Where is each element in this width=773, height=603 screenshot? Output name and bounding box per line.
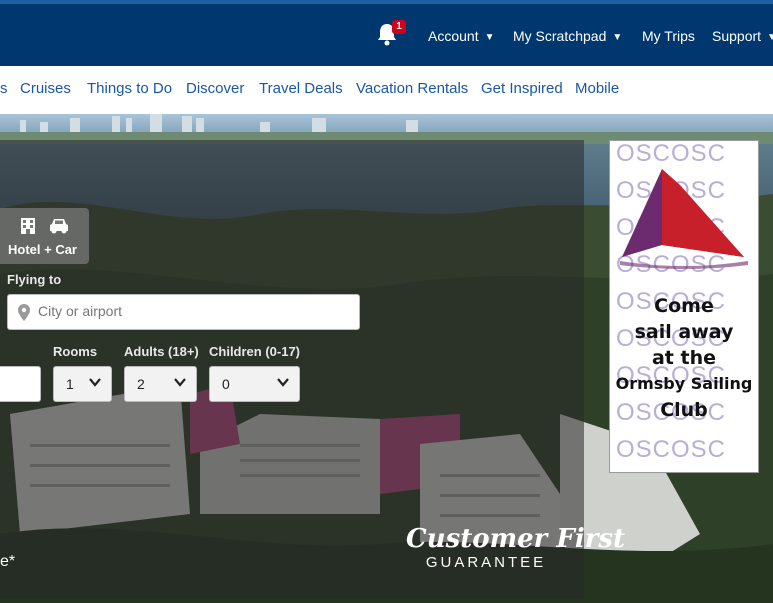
scratchpad-menu[interactable]: My Scratchpad ▼ xyxy=(513,28,622,44)
chevron-down-icon: ▼ xyxy=(484,32,495,43)
subnav-item-travel-deals[interactable]: Travel Deals xyxy=(259,80,343,97)
chevron-down-icon xyxy=(89,378,101,387)
rooms-select[interactable]: 1 xyxy=(53,366,112,402)
guarantee-subtitle: GUARANTEE xyxy=(425,554,547,571)
tab-hotel-car-label: Hotel + Car xyxy=(8,242,77,257)
chevron-down-icon: ▼ xyxy=(767,32,773,43)
hotel-icon xyxy=(21,218,35,234)
ad-message: Come sail away at the Ormsby Sailing Clu… xyxy=(610,293,758,423)
location-pin-icon xyxy=(18,304,30,321)
scratchpad-menu-label: My Scratchpad xyxy=(513,28,607,44)
children-select[interactable]: 0 xyxy=(209,366,300,402)
partial-text: e* xyxy=(0,553,16,570)
notification-badge: 1 xyxy=(392,20,406,34)
chevron-down-icon xyxy=(277,378,289,387)
guarantee-title: Customer First xyxy=(406,524,626,554)
customer-first-guarantee[interactable]: Customer First GUARANTEE xyxy=(406,524,626,571)
subnav-item-things-to-do[interactable]: Things to Do xyxy=(87,80,172,97)
chevron-down-icon: ▼ xyxy=(612,32,623,43)
account-menu-label: Account xyxy=(428,28,479,44)
flying-to-placeholder: City or airport xyxy=(38,303,123,319)
ad-line: sail away xyxy=(634,321,734,343)
subnav-item-get-inspired[interactable]: Get Inspired xyxy=(481,80,563,97)
ad-line: Club xyxy=(660,399,708,421)
children-label: Children (0-17) xyxy=(209,344,301,359)
ad-line: Ormsby Sailing xyxy=(615,374,753,393)
date-input-partial[interactable] xyxy=(0,366,41,402)
account-menu[interactable]: Account ▼ xyxy=(428,28,495,44)
my-trips-link[interactable]: My Trips xyxy=(642,28,695,44)
adults-value: 2 xyxy=(137,376,145,392)
sailboat-icon xyxy=(620,169,748,269)
subnav-item-vacation-rentals[interactable]: Vacation Rentals xyxy=(356,80,468,97)
subnav-item-mobile[interactable]: Mobile xyxy=(575,80,619,97)
ad-pattern-row: OSCOSC xyxy=(616,436,727,463)
rooms-label: Rooms xyxy=(53,344,98,359)
flying-to-input[interactable]: City or airport xyxy=(7,294,360,330)
children-value: 0 xyxy=(222,376,230,392)
adults-label: Adults (18+) xyxy=(124,344,199,359)
rooms-value: 1 xyxy=(66,376,74,392)
my-trips-label: My Trips xyxy=(642,28,695,44)
subnav-item-cruises[interactable]: Cruises xyxy=(20,80,71,97)
ad-pattern-row: OSCOSC xyxy=(616,140,727,167)
subnav-item-partial[interactable]: s xyxy=(0,80,8,97)
chevron-down-icon xyxy=(174,378,186,387)
ad-line: Come xyxy=(654,295,714,317)
adults-select[interactable]: 2 xyxy=(124,366,197,402)
support-menu-label: Support xyxy=(712,28,762,44)
car-icon xyxy=(50,219,68,234)
secondary-nav: s Cruises Things to Do Discover Travel D… xyxy=(0,66,773,114)
subnav-item-discover[interactable]: Discover xyxy=(186,80,244,97)
sailing-club-ad[interactable]: OSCOSC OSCOSC OSCOSC OSCOSC OSCOSC OSCOS… xyxy=(609,140,759,473)
top-header: 1 Account ▼ My Scratchpad ▼ My Trips Suppo… xyxy=(0,0,773,66)
ad-line: at the xyxy=(651,347,716,369)
support-menu[interactable]: Support ▼ xyxy=(712,28,773,44)
flying-to-label: Flying to xyxy=(7,272,62,287)
tab-hotel-car[interactable]: Hotel + Car xyxy=(0,208,89,264)
